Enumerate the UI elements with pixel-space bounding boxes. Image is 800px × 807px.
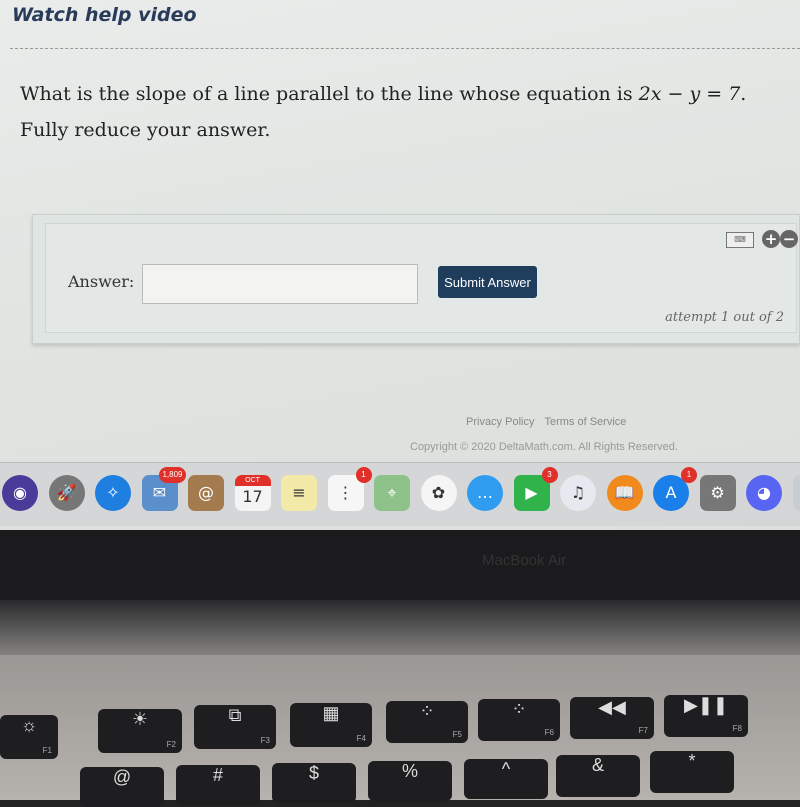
privacy-policy-link[interactable]: Privacy Policy xyxy=(466,416,534,428)
dock-itunes-icon[interactable]: ♫ xyxy=(560,475,596,511)
screen: Watch help video What is the slope of a … xyxy=(0,0,800,530)
dock-finder-icon[interactable] xyxy=(793,475,800,511)
dock-notes-icon[interactable]: ≡ xyxy=(281,475,317,511)
hinge xyxy=(0,600,800,660)
key-percent[interactable]: % xyxy=(368,761,452,801)
key-caret[interactable]: ^ xyxy=(464,759,548,799)
dock-app-store-icon[interactable]: A1 xyxy=(653,475,689,511)
dock-system-preferences-icon[interactable]: ⚙ xyxy=(700,475,736,511)
question-text: What is the slope of a line parallel to … xyxy=(20,76,790,148)
key-f8[interactable]: ▶❚❚F8 xyxy=(664,695,748,737)
dock-launchpad-icon[interactable]: 🚀 xyxy=(49,475,85,511)
dock-mail-icon[interactable]: ✉1,809 xyxy=(142,475,178,511)
notification-badge: 1 xyxy=(356,467,372,483)
dock: ◉ 🚀 ✧ ✉1,809 @ OCT17 ≡ ⋮1 ⌖ ✿ … ▶3 ♫ 📖 A1 ⚙ ◕ xyxy=(0,462,800,526)
dock-facetime-icon[interactable]: ▶3 xyxy=(514,475,550,511)
zoom-in-icon[interactable]: + xyxy=(762,230,780,248)
divider xyxy=(10,48,800,49)
key-f4[interactable]: ▦F4 xyxy=(290,703,372,747)
notification-badge: 1 xyxy=(681,467,697,483)
calendar-day-label: 17 xyxy=(242,487,262,506)
dock-safari-icon[interactable]: ✧ xyxy=(95,475,131,511)
answer-box: ⌨ + − Answer: Submit Answer attempt 1 ou… xyxy=(45,223,797,333)
dock-photos-icon[interactable]: ✿ xyxy=(421,475,457,511)
key-f7[interactable]: ◀◀F7 xyxy=(570,697,654,739)
terms-link[interactable]: Terms of Service xyxy=(544,416,626,428)
key-f2[interactable]: ☀F2 xyxy=(98,709,182,753)
dock-siri-icon[interactable]: ◉ xyxy=(2,475,38,511)
answer-input[interactable] xyxy=(142,264,418,304)
key-asterisk[interactable]: * xyxy=(650,751,734,793)
watch-help-video-link[interactable]: Watch help video xyxy=(12,4,197,26)
key-f1[interactable]: ☼F1 xyxy=(0,715,58,759)
dock-maps-icon[interactable]: ⌖ xyxy=(374,475,410,511)
key-f5[interactable]: ⁘F5 xyxy=(386,701,468,743)
key-f3[interactable]: ⧉F3 xyxy=(194,705,276,749)
dock-contacts-icon[interactable]: @ xyxy=(188,475,224,511)
dock-messages-icon[interactable]: … xyxy=(467,475,503,511)
equation: 2x − y = 7 xyxy=(639,83,741,105)
answer-panel: ⌨ + − Answer: Submit Answer attempt 1 ou… xyxy=(32,214,800,344)
footer-links: Privacy Policy Terms of Service xyxy=(466,416,636,428)
notification-badge: 1,809 xyxy=(159,467,185,483)
key-ampersand[interactable]: & xyxy=(556,755,640,797)
key-hash[interactable]: # xyxy=(176,765,260,805)
key-f6[interactable]: ⁘F6 xyxy=(478,699,560,741)
calendar-month-label: OCT xyxy=(235,475,271,486)
dock-books-icon[interactable]: 📖 xyxy=(607,475,643,511)
notification-badge: 3 xyxy=(542,467,558,483)
attempt-counter: attempt 1 out of 2 xyxy=(665,310,784,325)
dock-discord-icon[interactable]: ◕ xyxy=(746,475,782,511)
keyboard-icon[interactable]: ⌨ xyxy=(726,232,754,248)
keyboard: ☼F1 ☀F2 ⧉F3 ▦F4 ⁘F5 ⁘F6 ◀◀F7 ▶❚❚F8 @ # $… xyxy=(0,655,800,800)
key-at[interactable]: @ xyxy=(80,767,164,807)
answer-label: Answer: xyxy=(68,272,134,291)
dock-reminders-icon[interactable]: ⋮1 xyxy=(328,475,364,511)
dock-calendar-icon[interactable]: OCT17 xyxy=(235,475,271,511)
question-prefix: What is the slope of a line parallel to … xyxy=(20,83,639,105)
submit-answer-button[interactable]: Submit Answer xyxy=(438,266,537,298)
copyright: Copyright © 2020 DeltaMath.com. All Righ… xyxy=(410,441,678,453)
key-dollar[interactable]: $ xyxy=(272,763,356,803)
zoom-out-icon[interactable]: − xyxy=(780,230,798,248)
laptop-model-label: MacBook Air xyxy=(482,552,566,569)
